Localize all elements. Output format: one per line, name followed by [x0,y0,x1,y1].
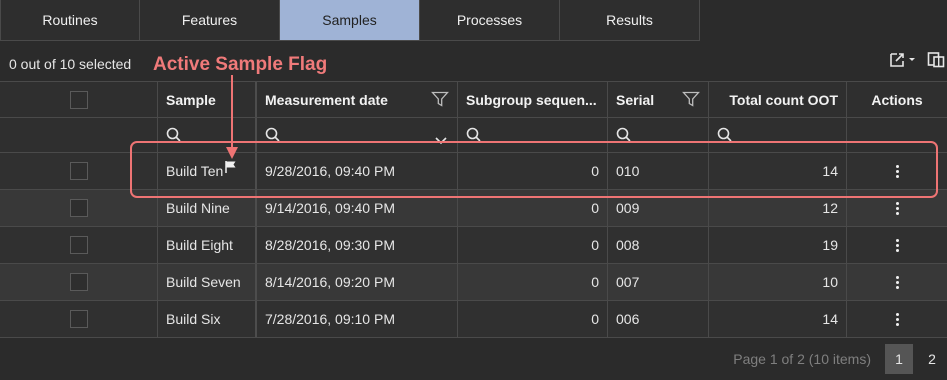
header-row: Sample Measurement date Subgroup sequen.… [0,82,947,118]
column-header-measurement-date[interactable]: Measurement date [257,82,458,117]
column-chooser-icon[interactable] [927,51,945,69]
more-options-icon[interactable] [895,238,899,252]
cell-serial: 006 [608,301,709,337]
page-info: Page 1 of 2 (10 items) [733,351,871,367]
filter-icon[interactable] [682,91,700,110]
cell-measurement-date: 8/28/2016, 09:30 PM [257,227,458,263]
table-row[interactable]: Build Seven 8/14/2016, 09:20 PM 0 007 10 [0,264,947,301]
cell-sample: Build Eight [158,227,257,263]
column-header-label: Serial [616,91,655,108]
cell-subgroup-sequence: 0 [458,227,608,263]
row-checkbox[interactable] [70,162,88,180]
cell-serial: 008 [608,227,709,263]
cell-measurement-date: 7/28/2016, 09:10 PM [257,301,458,337]
cell-total-count-oot: 10 [709,264,847,300]
page-button-2[interactable]: 2 [918,344,946,374]
column-header-label: Measurement date [265,91,388,108]
column-header-total-count-oot[interactable]: Total count OOT [709,82,847,117]
select-all-cell [0,82,158,117]
cell-sample: Build Six [158,301,257,337]
cell-actions [847,301,947,337]
column-header-subgroup-sequence[interactable]: Subgroup sequen... [458,82,608,117]
filter-icon[interactable] [431,91,449,110]
selection-count: 0 out of 10 selected [9,56,132,72]
cell-measurement-date: 8/14/2016, 09:20 PM [257,264,458,300]
samples-grid: Sample Measurement date Subgroup sequen.… [0,81,947,338]
tab-features[interactable]: Features [140,0,280,41]
export-icon[interactable] [889,51,917,69]
tab-results[interactable]: Results [560,0,700,41]
more-options-icon[interactable] [895,201,899,215]
table-row[interactable]: Build Six 7/28/2016, 09:10 PM 0 006 14 [0,301,947,338]
pager: Page 1 of 2 (10 items) 1 2 [0,338,947,380]
column-header-serial[interactable]: Serial [608,82,709,117]
row-checkbox[interactable] [70,273,88,291]
cell-actions [847,264,947,300]
select-all-checkbox[interactable] [70,90,88,109]
cell-actions [847,227,947,263]
cell-total-count-oot: 14 [709,301,847,337]
more-options-icon[interactable] [895,275,899,289]
cell-subgroup-sequence: 0 [458,264,608,300]
tab-bar: Routines Features Samples Processes Resu… [0,0,947,41]
table-row[interactable]: Build Eight 8/28/2016, 09:30 PM 0 008 19 [0,227,947,264]
row-select-cell [0,227,158,263]
grid-toolbar: 0 out of 10 selected [0,41,947,81]
tab-samples[interactable]: Samples [280,0,420,41]
cell-sample: Build Seven [158,264,257,300]
cell-subgroup-sequence: 0 [458,301,608,337]
annotation-highlight-box [130,141,938,198]
tab-processes[interactable]: Processes [420,0,560,41]
page-button-1[interactable]: 1 [885,344,913,374]
row-select-cell [0,301,158,337]
annotation-label: Active Sample Flag [153,54,328,75]
column-header-sample[interactable]: Sample [158,82,257,117]
tab-routines[interactable]: Routines [0,0,140,41]
row-select-cell [0,264,158,300]
column-header-actions: Actions [871,91,923,108]
cell-total-count-oot: 19 [709,227,847,263]
cell-serial: 007 [608,264,709,300]
row-checkbox[interactable] [70,236,88,254]
row-checkbox[interactable] [70,310,88,328]
row-checkbox[interactable] [70,199,88,217]
more-options-icon[interactable] [895,312,899,326]
